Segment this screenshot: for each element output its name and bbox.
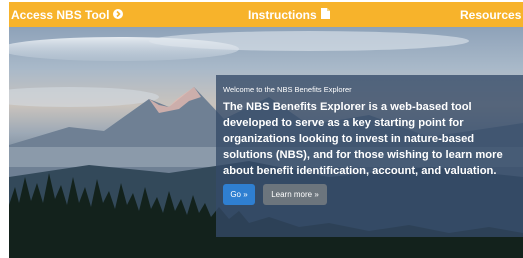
welcome-kicker: Welcome to the NBS Benefits Explorer	[223, 85, 352, 94]
nav-instructions[interactable]: Instructions	[248, 2, 330, 27]
top-navbar: Access NBS Tool Instructions Resources	[9, 2, 523, 27]
welcome-headline: The NBS Benefits Explorer is a web-based…	[223, 101, 503, 177]
arrow-circle-right-icon	[113, 8, 124, 22]
nav-access-label: Access NBS Tool	[11, 7, 110, 22]
hero-banner: Welcome to the NBS Benefits Explorer The…	[9, 27, 523, 258]
welcome-panel: Welcome to the NBS Benefits Explorer The…	[216, 75, 523, 237]
nav-resources[interactable]: Resources	[460, 2, 523, 27]
nav-access-nbs-tool[interactable]: Access NBS Tool	[11, 2, 124, 27]
document-icon	[320, 7, 330, 22]
page: Access NBS Tool Instructions Resources W…	[0, 0, 523, 258]
nav-instructions-label: Instructions	[248, 7, 317, 22]
go-button[interactable]: Go »	[223, 184, 255, 205]
learn-more-button[interactable]: Learn more »	[263, 184, 327, 205]
nav-resources-label: Resources	[460, 7, 522, 22]
